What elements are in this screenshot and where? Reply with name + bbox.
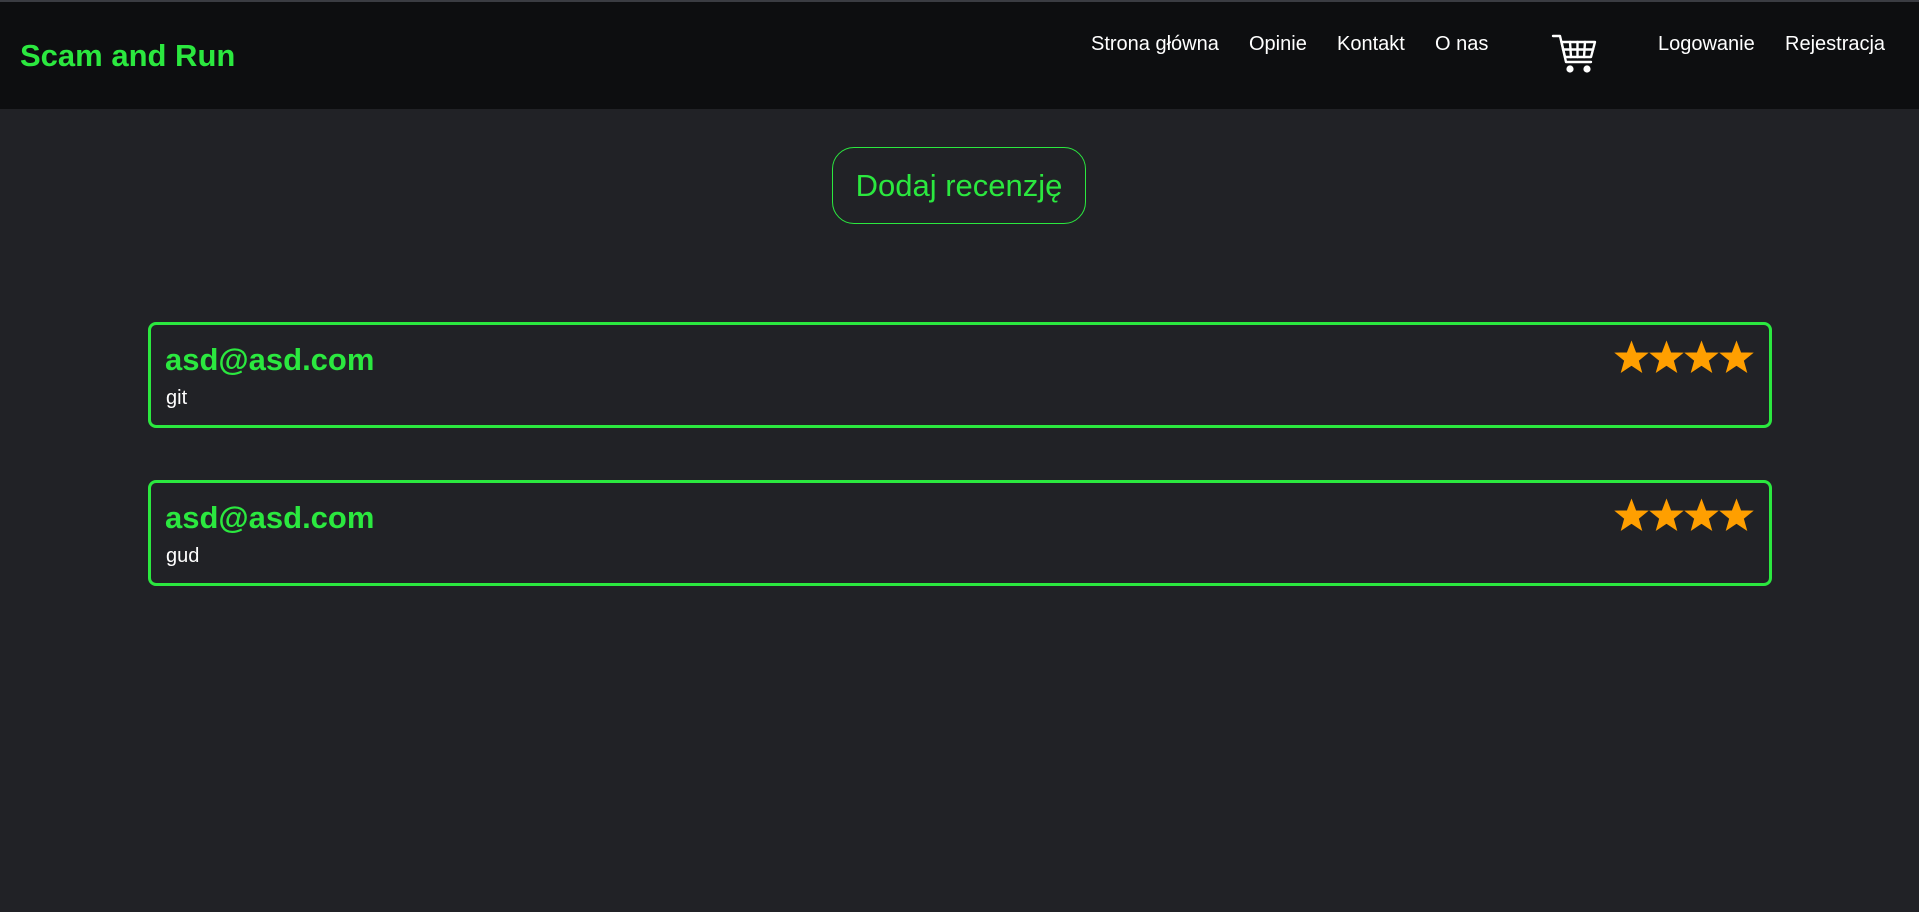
nav-link-contact[interactable]: Kontakt [1337,32,1405,56]
nav-link-reviews[interactable]: Opinie [1249,32,1307,56]
cart-button[interactable] [1551,32,1599,76]
review-text: gud [166,545,200,567]
star-rating [1614,338,1754,376]
nav-link-register[interactable]: Rejestracja [1785,32,1885,56]
shopping-cart-icon [1551,34,1597,73]
add-review-button[interactable]: Dodaj recenzję [832,147,1086,224]
nav-link-login[interactable]: Logowanie [1658,32,1755,56]
star-filled-icon [1719,498,1754,532]
star-rating [1614,496,1754,534]
review-card: asd@asd.com gud [148,480,1772,586]
star-filled-icon [1614,498,1649,532]
brand-logo[interactable]: Scam and Run [20,38,235,74]
review-text: git [166,387,188,409]
nav-link-home[interactable]: Strona główna [1091,32,1219,56]
star-filled-icon [1649,498,1684,532]
star-filled-icon [1684,340,1719,374]
navbar: Scam and Run Strona główna Opinie Kontak… [0,2,1919,109]
star-filled-icon [1649,340,1684,374]
star-filled-icon [1614,340,1649,374]
review-card: asd@asd.com git [148,322,1772,428]
review-author: asd@asd.com [165,342,375,377]
nav-link-about[interactable]: O nas [1435,32,1488,56]
review-author: asd@asd.com [165,500,375,535]
star-filled-icon [1719,340,1754,374]
star-filled-icon [1684,498,1719,532]
